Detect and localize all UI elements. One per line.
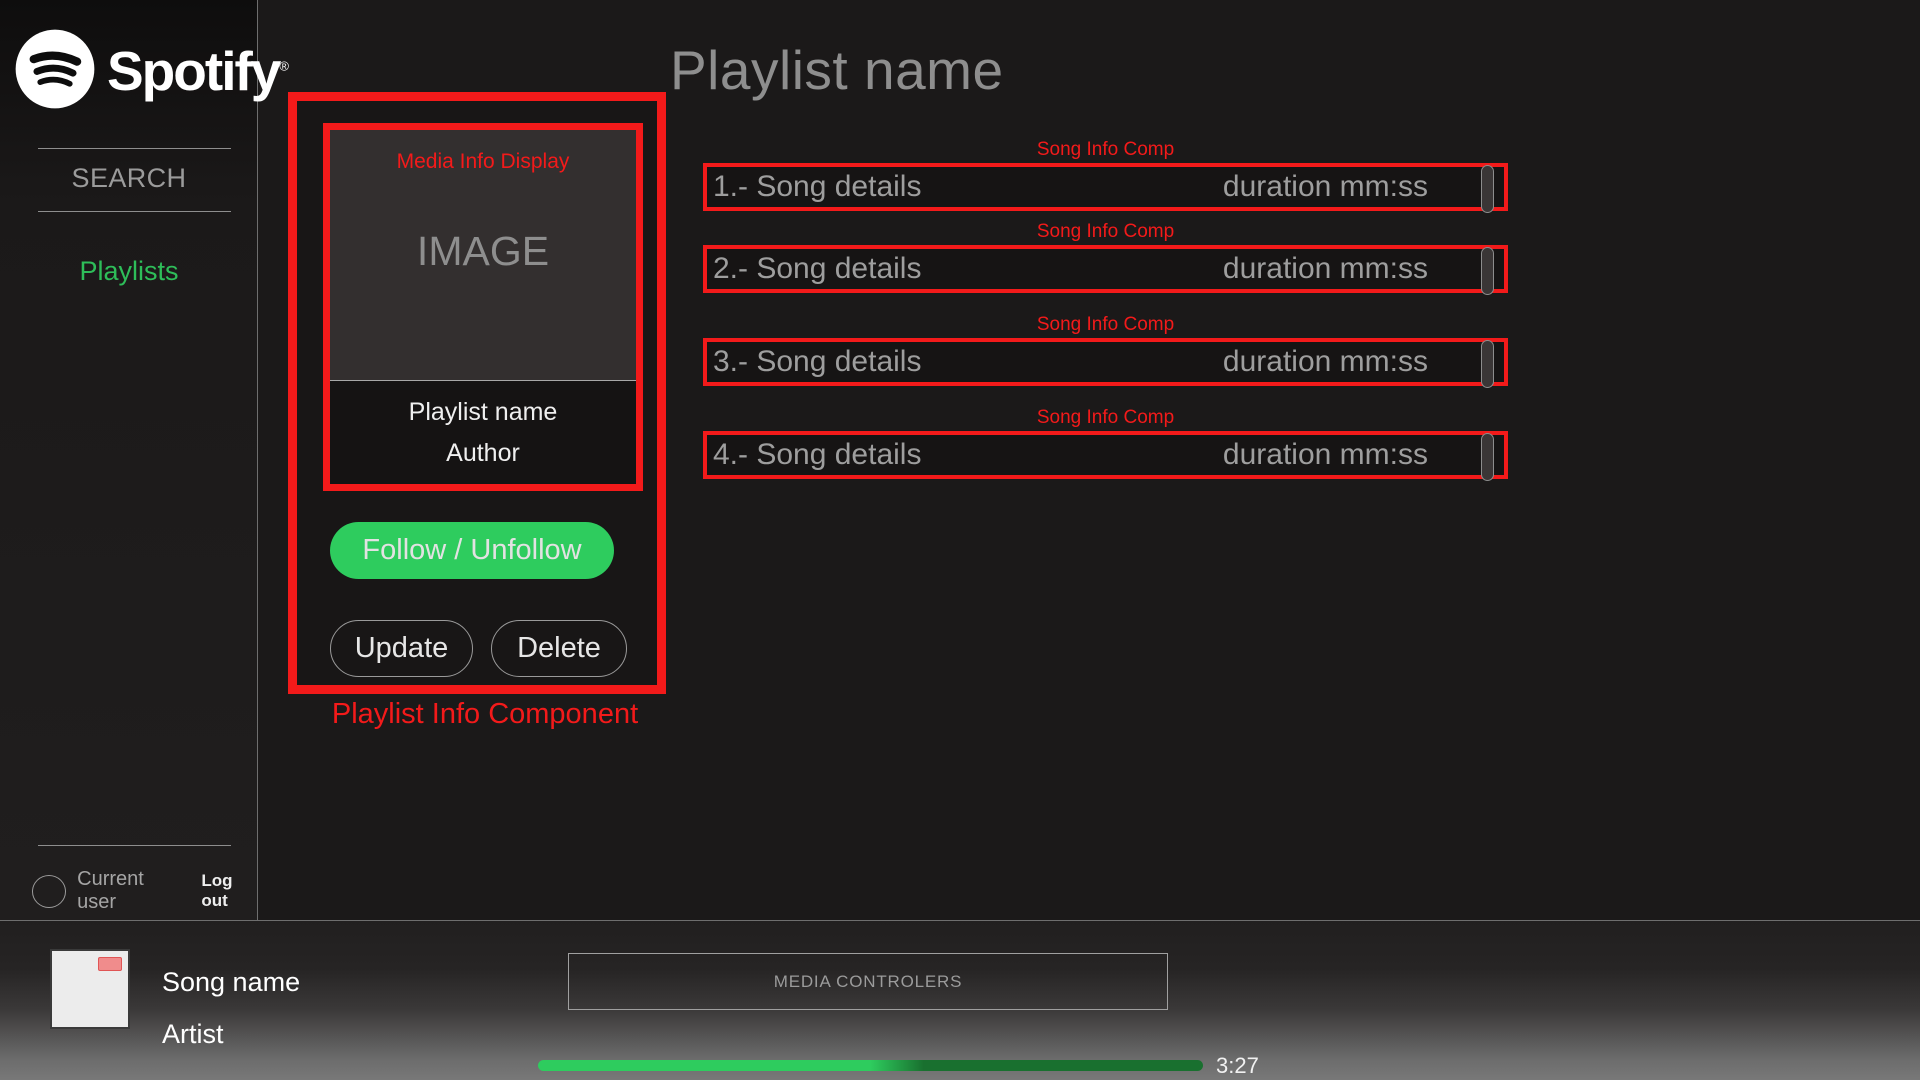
spotify-logo-icon: [14, 28, 96, 110]
delete-button[interactable]: Delete: [491, 620, 627, 677]
song-title: 3.- Song details: [713, 345, 921, 379]
song-info-component[interactable]: 2.- Song details duration mm:ss: [703, 245, 1508, 293]
registered-mark: ®: [279, 58, 289, 73]
user-avatar-icon[interactable]: [32, 875, 66, 908]
playback-time-label: 3:27: [1216, 1053, 1259, 1079]
song-title: 4.- Song details: [713, 438, 921, 472]
image-placeholder-text: IMAGE: [330, 228, 636, 275]
follow-unfollow-button[interactable]: Follow / Unfollow: [330, 522, 614, 579]
song-info-component[interactable]: 3.- Song details duration mm:ss: [703, 338, 1508, 386]
sidebar-item-playlists[interactable]: Playlists: [0, 256, 258, 287]
song-info-comp-label: Song Info Comp: [703, 222, 1508, 241]
song-info-component[interactable]: 4.- Song details duration mm:ss: [703, 431, 1508, 479]
sidebar-divider-bottom: [38, 211, 231, 212]
now-playing-song-name: Song name: [162, 967, 300, 998]
song-info-comp-label: Song Info Comp: [703, 315, 1508, 334]
playlist-info-component: Media Info Display IMAGE Playlist name A…: [288, 92, 666, 694]
song-duration: duration mm:ss: [1223, 170, 1428, 204]
media-controls-label: MEDIA CONTROLERS: [774, 972, 963, 992]
song-entry: Song Info Comp 4.- Song details duration…: [703, 408, 1508, 479]
now-playing-artist: Artist: [162, 1019, 224, 1050]
album-art[interactable]: [50, 949, 130, 1029]
media-info-display-label: Media Info Display: [330, 150, 636, 174]
song-scroll-handle-icon[interactable]: [1481, 433, 1494, 481]
song-scroll-handle-icon[interactable]: [1481, 247, 1494, 295]
sidebar: Spotify® SEARCH Playlists Current user L…: [0, 0, 258, 920]
song-entry: Song Info Comp 3.- Song details duration…: [703, 315, 1508, 386]
media-info-display: Media Info Display IMAGE Playlist name A…: [323, 123, 643, 491]
media-controls-panel[interactable]: MEDIA CONTROLERS: [568, 953, 1168, 1010]
song-duration: duration mm:ss: [1223, 345, 1428, 379]
playlist-author-label: Author: [330, 439, 636, 468]
current-user-label: Current user: [77, 868, 176, 914]
update-button[interactable]: Update: [330, 620, 473, 677]
logout-button[interactable]: Log out: [201, 871, 257, 911]
broken-image-icon: [98, 957, 122, 971]
playlist-info-component-label: Playlist Info Component: [295, 698, 675, 731]
song-info-comp-label: Song Info Comp: [703, 408, 1508, 427]
song-info-component[interactable]: 1.- Song details duration mm:ss: [703, 163, 1508, 211]
app-root: Spotify® SEARCH Playlists Current user L…: [0, 0, 1920, 1080]
sidebar-user-row: Current user Log out: [32, 868, 257, 914]
sidebar-divider-top: [38, 148, 231, 149]
song-title: 1.- Song details: [713, 170, 921, 204]
song-info-comp-label: Song Info Comp: [703, 140, 1508, 159]
sidebar-item-search[interactable]: SEARCH: [0, 163, 258, 194]
song-entry: Song Info Comp 2.- Song details duration…: [703, 222, 1508, 293]
spotify-logo[interactable]: Spotify®: [14, 28, 289, 110]
playback-progress-bar[interactable]: [538, 1060, 1203, 1071]
sidebar-divider-user: [38, 845, 231, 846]
wordmark-text: Spotify: [107, 40, 279, 102]
song-entry: Song Info Comp 1.- Song details duration…: [703, 140, 1508, 211]
song-duration: duration mm:ss: [1223, 252, 1428, 286]
page-title: Playlist name: [670, 38, 1004, 102]
spotify-wordmark: Spotify®: [107, 44, 289, 99]
song-duration: duration mm:ss: [1223, 438, 1428, 472]
song-list: Song Info Comp 1.- Song details duration…: [703, 140, 1508, 479]
player-bar: Song name Artist MEDIA CONTROLERS 3:27: [0, 920, 1920, 1080]
song-scroll-handle-icon[interactable]: [1481, 340, 1494, 388]
playlist-image-placeholder[interactable]: Media Info Display IMAGE: [330, 130, 636, 381]
playlist-name-label: Playlist name: [330, 398, 636, 427]
song-title: 2.- Song details: [713, 252, 921, 286]
song-scroll-handle-icon[interactable]: [1481, 165, 1494, 213]
